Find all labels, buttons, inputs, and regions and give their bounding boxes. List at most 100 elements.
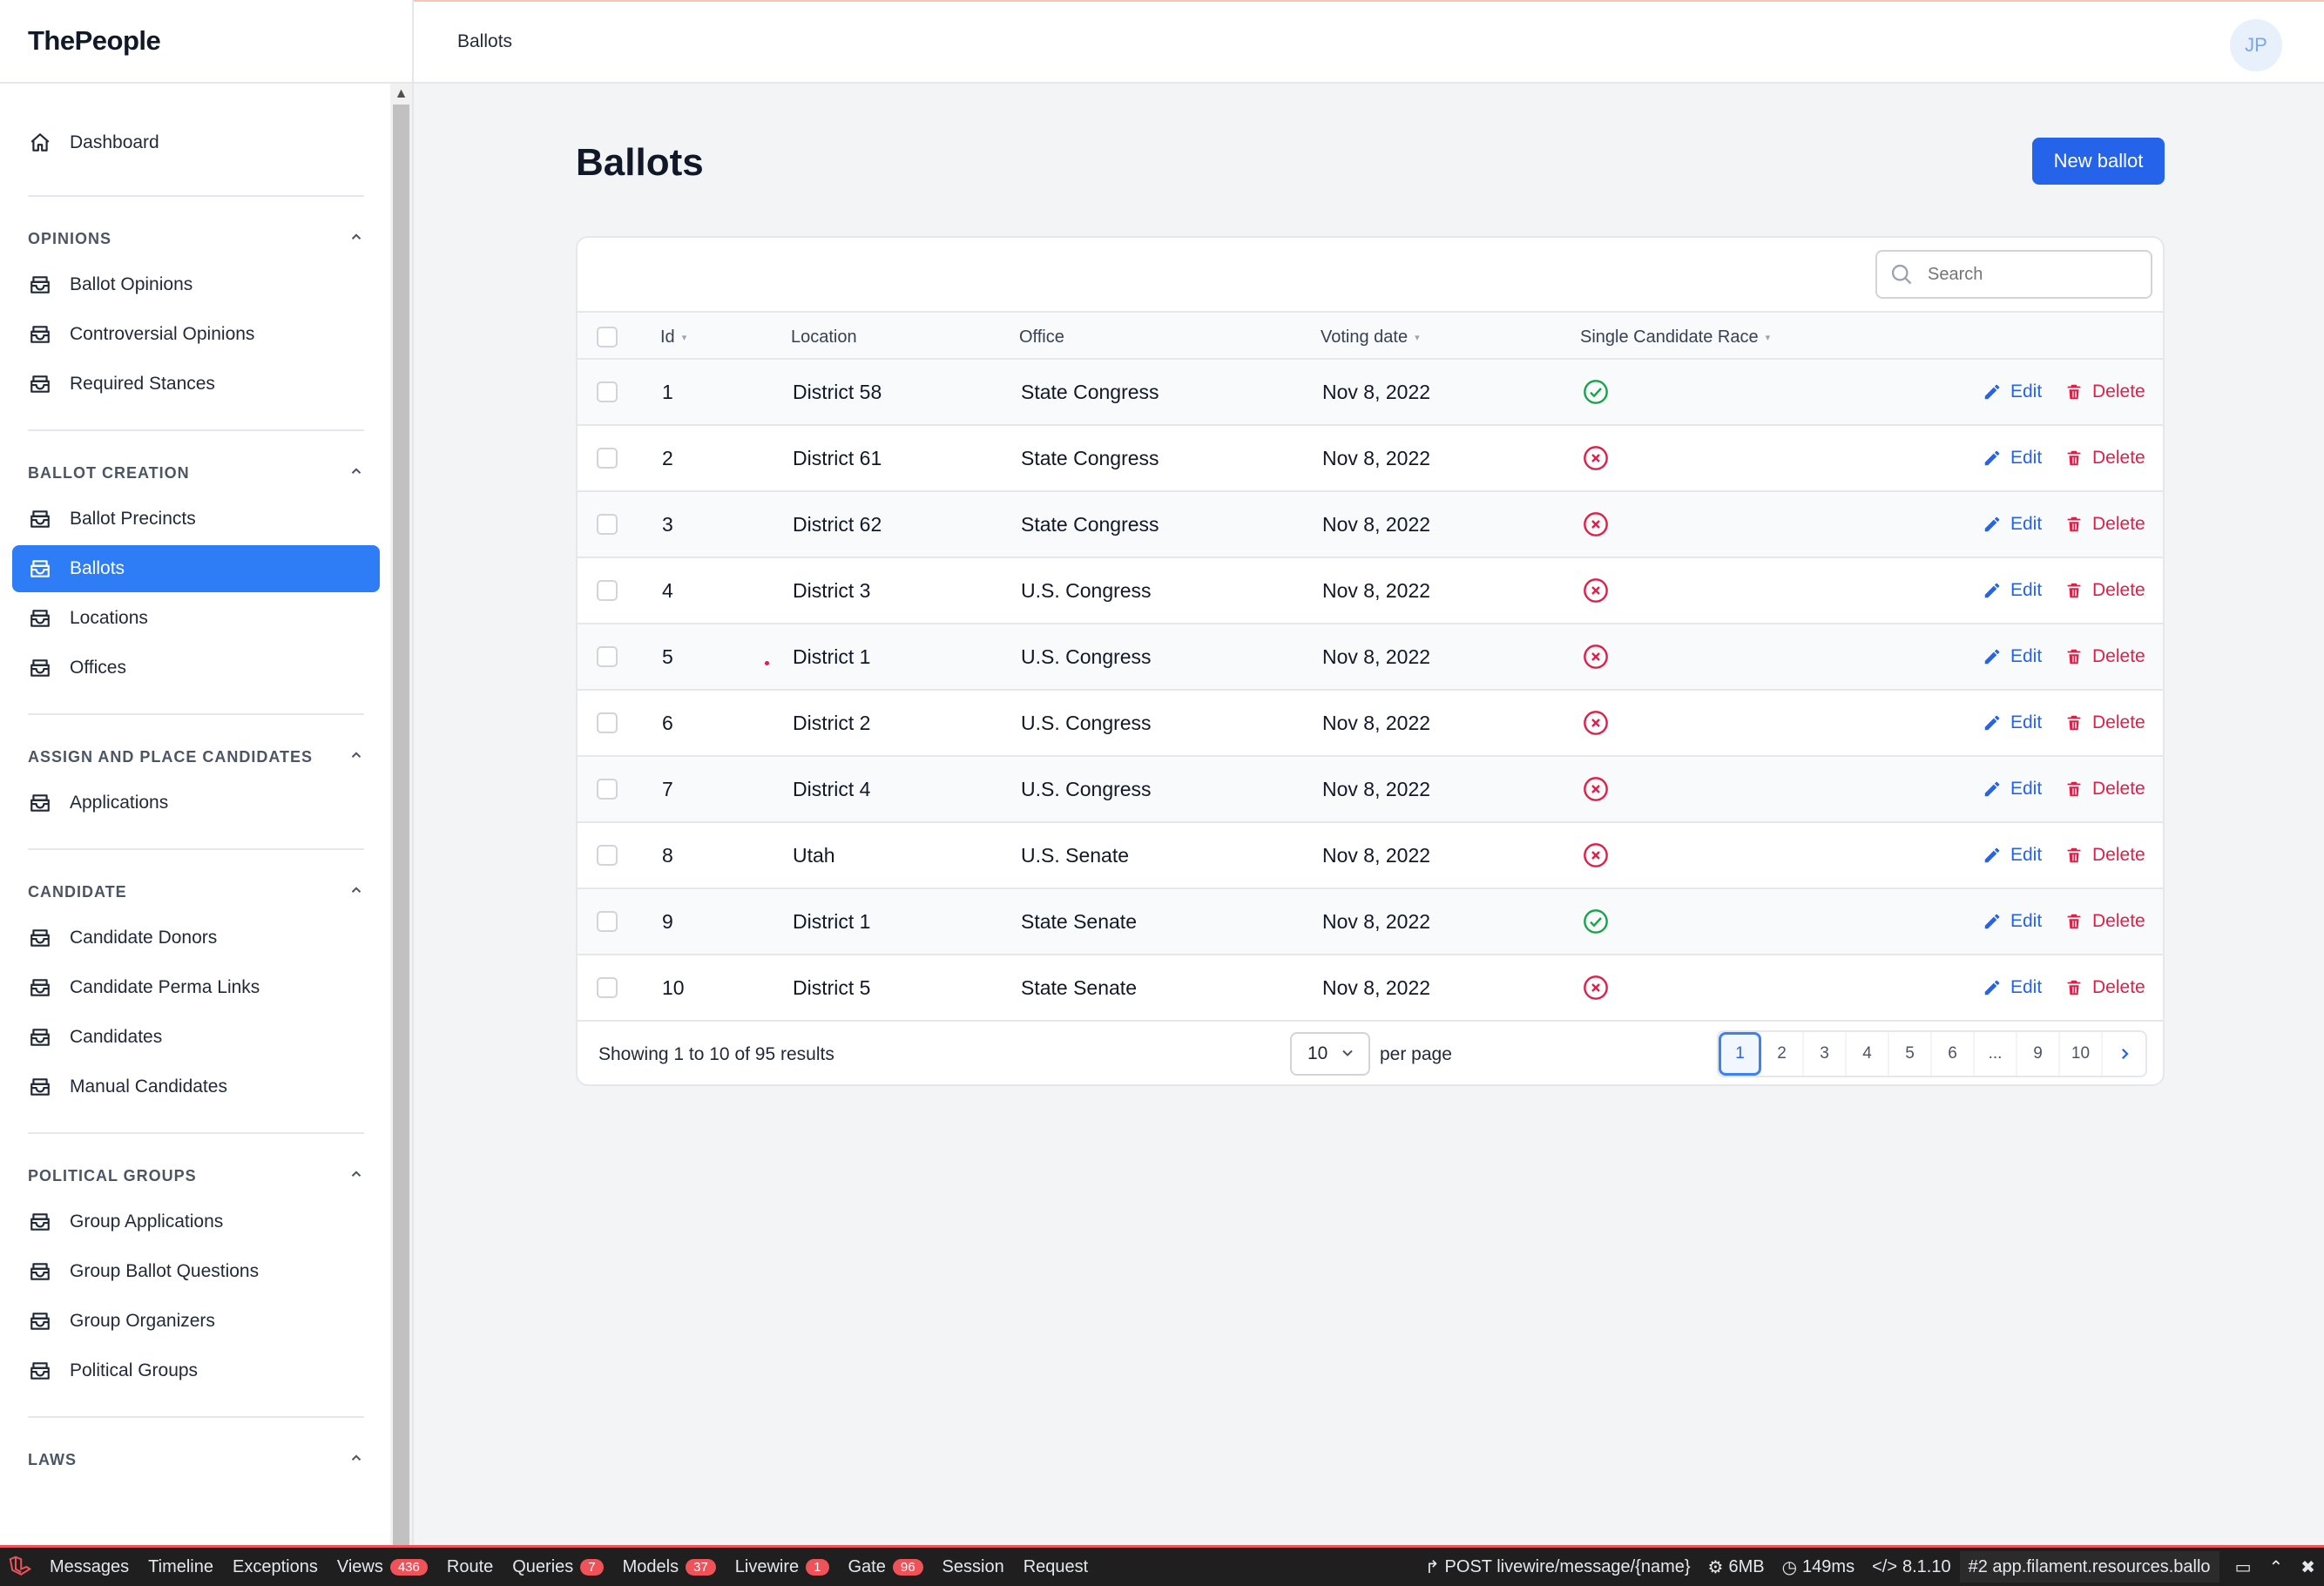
edit-button[interactable]: Edit [1983,691,2042,755]
sidebar-item-group-applications[interactable]: Group Applications [12,1198,380,1245]
sidebar-item-political-groups[interactable]: Political Groups [12,1347,380,1394]
debug-tab-livewire[interactable]: Livewire 1 [726,1548,839,1586]
row-checkbox[interactable] [597,646,618,667]
row-checkbox[interactable] [597,448,618,469]
delete-button[interactable]: Delete [2064,558,2145,623]
delete-button[interactable]: Delete [2064,360,2145,424]
edit-button[interactable]: Edit [1983,823,2042,887]
sidebar-group-header[interactable]: POLITICAL GROUPS [28,1160,364,1191]
chevron-up-icon[interactable] [348,1450,364,1470]
sidebar-item-applications[interactable]: Applications [12,780,380,827]
debug-tab-queries[interactable]: Queries 7 [503,1548,612,1586]
table-row[interactable]: 4 District 3 U.S. Congress Nov 8, 2022 E… [578,558,2163,624]
delete-button[interactable]: Delete [2064,955,2145,1020]
avatar[interactable]: JP [2230,19,2282,71]
page-button[interactable]: 2 [1761,1032,1804,1076]
sidebar-group-header[interactable]: LAWS [28,1444,364,1475]
table-row[interactable]: 7 District 4 U.S. Congress Nov 8, 2022 E… [578,757,2163,823]
debug-tab-request[interactable]: Request [1014,1548,1098,1586]
delete-button[interactable]: Delete [2064,624,2145,689]
row-checkbox[interactable] [597,911,618,932]
row-checkbox[interactable] [597,977,618,998]
edit-button[interactable]: Edit [1983,757,2042,821]
sidebar-group-header[interactable]: CANDIDATE [28,876,364,908]
scroll-up-arrow-icon[interactable]: ▲ [390,85,412,103]
page-button[interactable]: 5 [1889,1032,1932,1076]
sidebar-group-header[interactable]: OPINIONS [28,223,364,254]
sidebar-item-dashboard[interactable]: Dashboard [12,119,380,166]
debug-time[interactable]: ◷ 149ms [1773,1556,1863,1578]
delete-button[interactable]: Delete [2064,426,2145,490]
sidebar-item-locations[interactable]: Locations [12,595,380,642]
sidebar-item-controversial-opinions[interactable]: Controversial Opinions [12,311,380,358]
table-row[interactable]: 8 Utah U.S. Senate Nov 8, 2022 Edit Dele… [578,823,2163,889]
laravel-logo-icon[interactable] [0,1548,40,1586]
search-input[interactable] [1928,264,2128,285]
sidebar-item-ballots[interactable]: Ballots [12,545,380,592]
debug-tab-timeline[interactable]: Timeline [138,1548,223,1586]
chevron-up-icon[interactable] [348,229,364,249]
chevron-up-icon[interactable] [348,882,364,902]
sidebar-item-candidate-perma-links[interactable]: Candidate Perma Links [12,964,380,1011]
new-ballot-button[interactable]: New ballot [2032,138,2165,185]
edit-button[interactable]: Edit [1983,955,2042,1020]
table-row[interactable]: 6 District 2 U.S. Congress Nov 8, 2022 E… [578,691,2163,757]
row-checkbox[interactable] [597,845,618,866]
table-row[interactable]: 1 District 58 State Congress Nov 8, 2022… [578,360,2163,426]
debug-tab-session[interactable]: Session [933,1548,1014,1586]
edit-button[interactable]: Edit [1983,624,2042,689]
sidebar-item-group-organizers[interactable]: Group Organizers [12,1298,380,1345]
debug-tab-models[interactable]: Models 37 [613,1548,726,1586]
debug-tab-route[interactable]: Route [437,1548,503,1586]
debug-memory[interactable]: ⚙ 6MB [1699,1556,1773,1578]
sidebar-item-candidate-donors[interactable]: Candidate Donors [12,914,380,962]
chevron-up-icon[interactable] [348,1166,364,1186]
row-checkbox[interactable] [597,779,618,800]
sidebar-item-required-stances[interactable]: Required Stances [12,361,380,408]
debug-tab-views[interactable]: Views 436 [328,1548,437,1586]
chevron-up-icon[interactable]: ⌃ [2260,1556,2292,1578]
chevron-up-icon[interactable] [348,747,364,767]
sidebar-item-ballot-precincts[interactable]: Ballot Precincts [12,496,380,543]
edit-button[interactable]: Edit [1983,889,2042,954]
edit-button[interactable]: Edit [1983,492,2042,557]
row-checkbox[interactable] [597,381,618,402]
sidebar-scrollbar[interactable]: ▲ [390,84,412,1545]
delete-button[interactable]: Delete [2064,492,2145,557]
per-page-select[interactable]: 10 [1290,1032,1370,1076]
edit-button[interactable]: Edit [1983,426,2042,490]
sidebar-item-offices[interactable]: Offices [12,645,380,692]
sidebar-item-manual-candidates[interactable]: Manual Candidates [12,1063,380,1110]
page-button[interactable]: 10 [2060,1032,2103,1076]
debug-tab-exceptions[interactable]: Exceptions [223,1548,328,1586]
breadcrumb[interactable]: Ballots [457,31,512,52]
brand-logo-text[interactable]: ThePeople [28,25,161,57]
debug-request[interactable]: ↱ POST livewire/message/{name} [1416,1556,1699,1578]
table-row[interactable]: 9 District 1 State Senate Nov 8, 2022 Ed… [578,889,2163,955]
column-header-id[interactable]: Id ▾ [660,313,686,361]
sidebar-item-candidates[interactable]: Candidates [12,1014,380,1061]
sidebar-group-header[interactable]: ASSIGN AND PLACE CANDIDATES [28,741,364,773]
edit-button[interactable]: Edit [1983,558,2042,623]
table-row[interactable]: 5 District 1 U.S. Congress Nov 8, 2022 E… [578,624,2163,691]
table-row[interactable]: 2 District 61 State Congress Nov 8, 2022… [578,426,2163,492]
scrollbar-thumb[interactable] [393,105,409,1545]
row-checkbox[interactable] [597,712,618,733]
page-button[interactable]: 3 [1804,1032,1847,1076]
page-button[interactable]: 1 [1719,1032,1761,1076]
debug-tab-messages[interactable]: Messages [40,1548,138,1586]
sidebar-item-ballot-opinions[interactable]: Ballot Opinions [12,261,380,308]
delete-button[interactable]: Delete [2064,889,2145,954]
chevron-up-icon[interactable] [348,463,364,483]
sidebar-group-header[interactable]: BALLOT CREATION [28,457,364,489]
next-page-chevron-icon[interactable] [2103,1032,2145,1076]
page-button[interactable]: 6 [1932,1032,1975,1076]
search-field[interactable] [1875,250,2152,299]
page-button[interactable]: 4 [1847,1032,1889,1076]
delete-button[interactable]: Delete [2064,823,2145,887]
delete-button[interactable]: Delete [2064,757,2145,821]
table-row[interactable]: 3 District 62 State Congress Nov 8, 2022… [578,492,2163,558]
table-row[interactable]: 10 District 5 State Senate Nov 8, 2022 E… [578,955,2163,1022]
edit-button[interactable]: Edit [1983,360,2042,424]
brand[interactable]: ThePeople [0,0,412,84]
